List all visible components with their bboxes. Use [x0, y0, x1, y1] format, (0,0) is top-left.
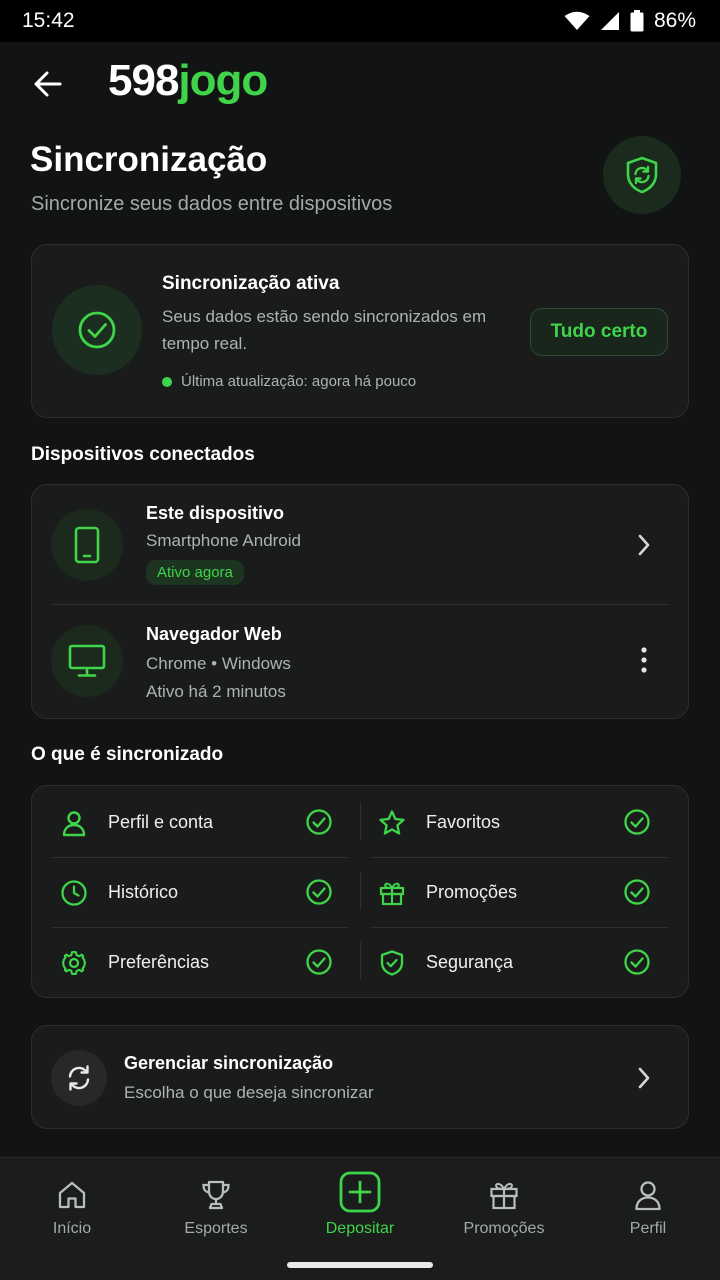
- status-bar: 15:42 86%: [0, 0, 720, 42]
- signal-icon: [600, 12, 619, 30]
- nav-item-inicio[interactable]: Início: [0, 1158, 144, 1250]
- column-divider: [360, 942, 361, 980]
- sync-shield-badge: [603, 136, 681, 214]
- smartphone-icon: [74, 526, 100, 564]
- plus-square-icon: [339, 1171, 381, 1213]
- home-indicator[interactable]: [287, 1262, 433, 1268]
- chevron-right-icon: [630, 1064, 658, 1092]
- arrow-left-icon: [34, 71, 62, 97]
- all-good-button[interactable]: Tudo certo: [530, 308, 668, 356]
- nav-item-depositar[interactable]: Depositar: [288, 1158, 432, 1250]
- synced-item: Segurança: [378, 927, 678, 997]
- check-circle-icon: [78, 311, 116, 349]
- manage-sync-subtitle: Escolha o que deseja sincronizar: [124, 1083, 374, 1102]
- devices-section-title: Dispositivos conectados: [31, 444, 255, 465]
- sync-status-card: Sincronização ativa Seus dados estão sen…: [31, 244, 689, 418]
- device-type: Smartphone Android: [146, 531, 301, 550]
- synced-section-title: O que é sincronizado: [31, 744, 224, 765]
- nav-item-perfil[interactable]: Perfil: [576, 1158, 720, 1250]
- nav-item-esportes[interactable]: Esportes: [144, 1158, 288, 1250]
- page-title: Sincronização: [30, 140, 268, 179]
- last-update-text: Última atualização: agora há pouco: [181, 373, 417, 390]
- user-icon: [632, 1178, 664, 1212]
- check-circle-icon: [306, 879, 332, 905]
- manage-sync-title: Gerenciar sincronização: [124, 1053, 334, 1073]
- sync-check-badge: [52, 285, 142, 375]
- last-update: Última atualização: agora há pouco: [162, 373, 416, 390]
- check-circle-icon: [306, 809, 332, 835]
- app-header: 598jogo: [0, 42, 720, 126]
- trophy-icon: [199, 1178, 233, 1212]
- devices-card: Este dispositivo Smartphone Android Ativ…: [31, 484, 689, 719]
- column-divider: [360, 802, 361, 840]
- wifi-icon: [564, 11, 590, 30]
- device-row-this[interactable]: Este dispositivo Smartphone Android Ativ…: [32, 485, 690, 604]
- synced-item: Perfil e conta: [60, 787, 360, 857]
- star-icon: [378, 809, 406, 837]
- more-vertical-button[interactable]: [630, 646, 658, 674]
- gift-icon: [378, 879, 406, 907]
- status-time: 15:42: [22, 9, 75, 32]
- synced-items-card: Perfil e conta Favoritos Histórico Promo…: [31, 785, 689, 998]
- check-circle-icon: [624, 879, 650, 905]
- online-dot: [162, 376, 172, 387]
- page-subtitle: Sincronize seus dados entre dispositivos: [31, 193, 393, 215]
- check-circle-icon: [306, 949, 332, 975]
- synced-item: Promoções: [378, 857, 678, 927]
- sync-status-description: Seus dados estão sendo sincronizados em …: [162, 307, 487, 353]
- device-name: Navegador Web: [146, 624, 282, 644]
- user-icon: [60, 809, 88, 837]
- device-status-badge: Ativo agora: [146, 560, 244, 585]
- clock-icon: [60, 879, 88, 907]
- manage-sync-card[interactable]: Gerenciar sincronização Escolha o que de…: [31, 1025, 689, 1129]
- nav-item-promocoes[interactable]: Promoções: [432, 1158, 576, 1250]
- device-row-web[interactable]: Navegador Web Chrome • Windows Ativo há …: [32, 605, 690, 719]
- device-type: Chrome • Windows: [146, 654, 291, 673]
- check-circle-icon: [624, 809, 650, 835]
- column-divider: [360, 872, 361, 910]
- device-name: Este dispositivo: [146, 503, 285, 523]
- back-button[interactable]: [30, 66, 66, 102]
- gear-icon: [60, 949, 88, 977]
- battery-level: 86%: [653, 9, 696, 32]
- chevron-right-icon: [630, 531, 658, 559]
- shield-icon: [378, 949, 406, 977]
- sync-status-title: Sincronização ativa: [162, 273, 340, 294]
- status-icons: 86%: [564, 9, 696, 33]
- device-status: Ativo há 2 minutos: [146, 682, 286, 701]
- shield-sync-icon: [626, 156, 658, 194]
- battery-icon: [630, 10, 644, 32]
- brand-logo: 598jogo: [108, 56, 268, 105]
- refresh-icon: [68, 1065, 90, 1091]
- synced-item: Preferências: [60, 927, 360, 997]
- more-vertical-icon: [641, 647, 647, 673]
- check-circle-icon: [624, 949, 650, 975]
- device-icon-badge: [51, 509, 123, 581]
- home-icon: [56, 1178, 88, 1212]
- synced-item: Favoritos: [378, 787, 678, 857]
- monitor-icon: [68, 644, 106, 677]
- sync-icon-badge: [51, 1050, 107, 1106]
- synced-item: Histórico: [60, 857, 360, 927]
- gift-icon: [488, 1178, 520, 1212]
- device-icon-badge: [51, 625, 123, 697]
